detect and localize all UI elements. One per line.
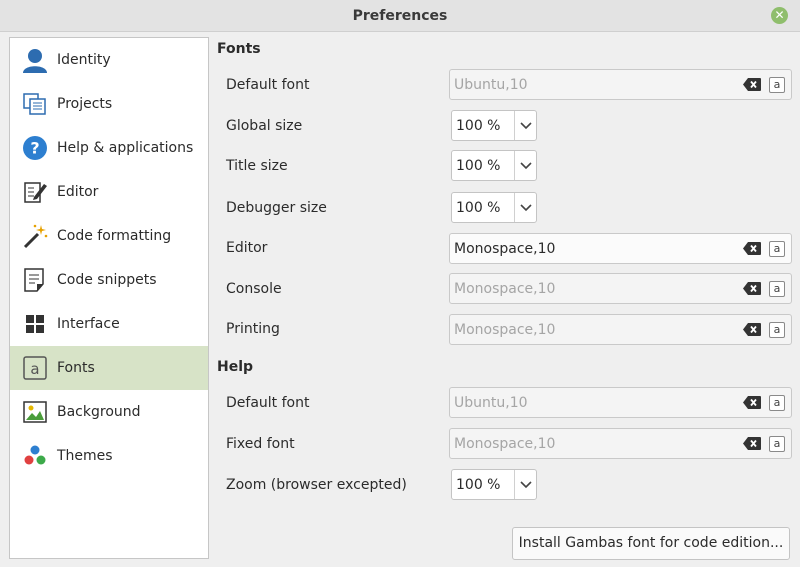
chevron-down-icon [514,193,536,222]
svg-text:a: a [30,360,39,378]
fixed-font-value: Monospace,10 [454,435,556,452]
sidebar-item-label: Projects [57,96,113,112]
section-title-fonts: Fonts [217,41,261,57]
font-picker-button[interactable]: a [769,435,785,452]
console-font-value: Monospace,10 [454,280,556,297]
fixed-font-label: Fixed font [226,436,295,452]
sidebar-item-interface[interactable]: Interface [10,302,208,346]
clear-icon[interactable] [743,242,761,256]
title-bar: Preferences ✕ [0,0,800,32]
sidebar-item-label: Code snippets [57,272,157,288]
default-font-value: Ubuntu,10 [454,76,528,93]
clear-icon[interactable] [743,396,761,410]
printing-font-field[interactable]: Monospace,10 a [449,314,792,345]
sidebar-item-label: Themes [57,448,113,464]
editor-icon [22,179,48,205]
global-size-value: 100 % [456,117,501,134]
help-icon: ? [22,135,48,161]
font-picker-button[interactable]: a [769,394,785,411]
zoom-combo[interactable]: 100 % [451,469,537,500]
sidebar-item-identity[interactable]: Identity [10,38,208,82]
font-picker-button[interactable]: a [769,321,785,338]
fixed-font-field[interactable]: Monospace,10 a [449,428,792,459]
clear-icon[interactable] [743,437,761,451]
sidebar-item-help-applications[interactable]: ? Help & applications [10,126,208,170]
sidebar-item-projects[interactable]: Projects [10,82,208,126]
debugger-size-label: Debugger size [226,200,327,216]
printing-font-label: Printing [226,321,280,337]
clear-icon[interactable] [743,78,761,92]
sidebar-item-editor[interactable]: Editor [10,170,208,214]
global-size-combo[interactable]: 100 % [451,110,537,141]
font-picker-button[interactable]: a [769,240,785,257]
editor-font-field[interactable]: Monospace,10 a [449,233,792,264]
title-size-value: 100 % [456,157,501,174]
sidebar-item-label: Code formatting [57,228,172,244]
preferences-sidebar: Identity Projects ? Help & applications … [9,37,209,559]
image-icon [22,399,48,425]
snippets-icon [22,267,48,293]
sidebar-item-background[interactable]: Background [10,390,208,434]
console-font-field[interactable]: Monospace,10 a [449,273,792,304]
font-icon: a [22,355,48,381]
projects-icon [22,91,48,117]
sidebar-item-label: Editor [57,184,99,200]
default-font-label: Default font [226,77,310,93]
chevron-down-icon [514,151,536,180]
sidebar-item-label: Identity [57,52,111,68]
sidebar-item-label: Background [57,404,141,420]
title-size-label: Title size [226,158,288,174]
debugger-size-value: 100 % [456,199,501,216]
zoom-value: 100 % [456,476,501,493]
printing-font-value: Monospace,10 [454,321,556,338]
help-default-font-value: Ubuntu,10 [454,394,528,411]
install-gambas-font-button[interactable]: Install Gambas font for code edition... [512,527,790,560]
sidebar-item-code-formatting[interactable]: Code formatting [10,214,208,258]
sidebar-item-label: Fonts [57,360,95,376]
window-title: Preferences [352,8,448,24]
font-picker-button[interactable]: a [769,280,785,297]
fonts-settings-panel: Fonts Default font Ubuntu,10 a Global si… [217,37,793,562]
magic-wand-icon [22,223,48,249]
themes-icon [22,443,48,469]
section-title-help: Help [217,359,254,375]
help-default-font-label: Default font [226,395,310,411]
chevron-down-icon [514,470,536,499]
title-size-combo[interactable]: 100 % [451,150,537,181]
sidebar-item-label: Help & applications [57,140,194,156]
default-font-field[interactable]: Ubuntu,10 a [449,69,792,100]
sidebar-item-fonts[interactable]: a Fonts [10,346,208,390]
help-default-font-field[interactable]: Ubuntu,10 a [449,387,792,418]
sidebar-item-label: Interface [57,316,120,332]
console-font-label: Console [226,281,282,297]
zoom-label: Zoom (browser excepted) [226,477,407,493]
editor-font-label: Editor [226,240,268,256]
close-icon: ✕ [774,8,785,22]
editor-font-value: Monospace,10 [454,240,556,257]
clear-icon[interactable] [743,282,761,296]
sidebar-item-code-snippets[interactable]: Code snippets [10,258,208,302]
sidebar-item-themes[interactable]: Themes [10,434,208,478]
chevron-down-icon [514,111,536,140]
font-picker-button[interactable]: a [769,76,785,93]
interface-icon [22,311,48,337]
svg-text:?: ? [30,139,39,158]
clear-icon[interactable] [743,323,761,337]
user-icon [22,47,48,73]
close-button[interactable]: ✕ [771,7,788,24]
debugger-size-combo[interactable]: 100 % [451,192,537,223]
global-size-label: Global size [226,118,303,134]
